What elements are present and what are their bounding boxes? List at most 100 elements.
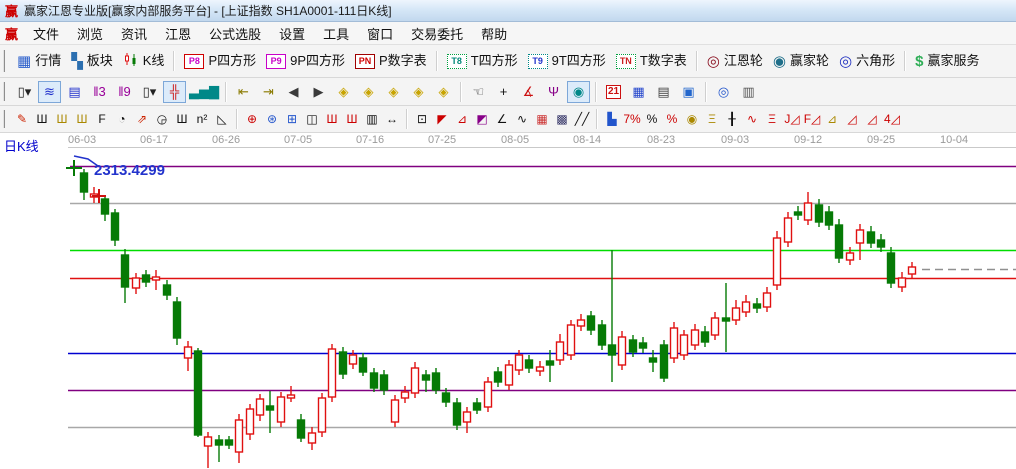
shen-grid-button[interactable]: Ш xyxy=(322,108,342,130)
calendar-21-button[interactable]: 21 xyxy=(602,81,625,103)
brush-up-button[interactable]: ⇗ xyxy=(132,108,152,130)
snapshot-button[interactable]: ▣ xyxy=(677,81,700,103)
percent-line-button[interactable]: % xyxy=(662,108,682,130)
skip-last-button[interactable]: ⇥ xyxy=(257,81,280,103)
menu-item[interactable]: 交易委托 xyxy=(402,22,472,45)
n-square-button[interactable]: n² xyxy=(192,108,212,130)
f-angle-button[interactable]: F◿ xyxy=(802,108,822,130)
target-circle-button[interactable]: ⊕ xyxy=(242,108,262,130)
comb-button[interactable]: Ш xyxy=(32,108,52,130)
toolbar-p-number-button[interactable]: PNP数字表 xyxy=(350,46,432,76)
fan-box-button[interactable]: ⊿ xyxy=(452,108,472,130)
wave-tool-button[interactable]: ≋ xyxy=(38,81,61,103)
menu-item[interactable]: 资讯 xyxy=(112,22,156,45)
percent-button[interactable]: % xyxy=(642,108,662,130)
toolbar-quotes-button[interactable]: ▦行情 xyxy=(12,46,66,76)
bars-9-button[interactable]: ‖9 xyxy=(113,81,136,103)
percent-icon: % xyxy=(647,112,658,126)
title-bar[interactable]: 赢 赢家江恩专业版[赢家内部服务平台] - [上证指数 SH1A0001-111… xyxy=(0,0,1016,22)
step-back-button[interactable]: ◀ xyxy=(282,81,305,103)
toolbar-gann-wheel-button[interactable]: ◎江恩轮 xyxy=(702,46,768,76)
bars-3-button[interactable]: ‖3 xyxy=(88,81,111,103)
diamond-right-button[interactable]: ◈ xyxy=(332,81,355,103)
ruler-123-button[interactable]: ▥ xyxy=(362,108,382,130)
toolbar-p-square-button[interactable]: P8P四方形 xyxy=(179,46,261,76)
toolbar-kline-button[interactable]: K线 xyxy=(118,46,170,76)
toolbar-hexagon-button[interactable]: ◎六角形 xyxy=(834,46,900,76)
j-angle-button[interactable]: J◿ xyxy=(782,108,802,130)
ruler-pen-button[interactable]: ╂ xyxy=(722,108,742,130)
width-measure-button[interactable]: ↔ xyxy=(382,108,402,130)
toolbar-9t-square-button[interactable]: T99T四方形 xyxy=(523,46,611,76)
chart-area[interactable]: 日K线 06-0306-1706-2607-0507-1607-2508-050… xyxy=(0,133,1016,469)
brain-net-tool-button[interactable]: ◉ xyxy=(567,81,590,103)
toolbar-9p-square-button[interactable]: P99P四方形 xyxy=(261,46,350,76)
gann-wheel-tool-button[interactable]: ⊛ xyxy=(262,108,282,130)
compass-button[interactable]: ◶ xyxy=(152,108,172,130)
crosshair-tool-button[interactable]: + xyxy=(492,81,515,103)
ribbon-tool-button[interactable]: Ψ xyxy=(542,81,565,103)
skip-first-button[interactable]: ⇤ xyxy=(232,81,255,103)
angle-lines-button[interactable]: ∠ xyxy=(492,108,512,130)
diamond-compress-button[interactable]: ◈ xyxy=(382,81,405,103)
step-forward-button[interactable]: ▶ xyxy=(307,81,330,103)
gold-red-button[interactable]: Ξ xyxy=(762,108,782,130)
toolbar-t-square-button[interactable]: T8T四方形 xyxy=(442,46,523,76)
grid-dark-button[interactable]: ▩ xyxy=(552,108,572,130)
gold-circle-button[interactable]: ◉ xyxy=(682,108,702,130)
trend-lines-button[interactable]: ╱╱ xyxy=(572,108,592,130)
diamond-plus-button[interactable]: ◈ xyxy=(407,81,430,103)
f-grid-button[interactable]: F xyxy=(92,108,112,130)
menu-item[interactable]: 窗口 xyxy=(358,22,402,45)
info-doc-button[interactable]: ▤ xyxy=(63,81,86,103)
histogram-button[interactable]: ▃▅▇ xyxy=(188,81,220,103)
menu-item[interactable]: 帮助 xyxy=(472,22,516,45)
diamond-grid-button[interactable]: ◈ xyxy=(432,81,455,103)
toolbar-winner-wheel-button[interactable]: ◉赢家轮 xyxy=(768,46,834,76)
brush-button[interactable]: ✎ xyxy=(12,108,32,130)
four-angle-button[interactable]: 4◿ xyxy=(882,108,902,130)
toolbar-t-number-button[interactable]: TNT数字表 xyxy=(611,46,692,76)
shen-angle-button[interactable]: ◿ xyxy=(842,108,862,130)
gold-angle-button[interactable]: ⊿ xyxy=(822,108,842,130)
candle-style-button[interactable]: ▯▾ xyxy=(138,81,161,103)
box-lines-button[interactable]: ⊡ xyxy=(412,108,432,130)
gold-grid-button[interactable]: Ш xyxy=(52,108,72,130)
toolbar-button-label: K线 xyxy=(143,54,165,68)
print-button[interactable]: ▥ xyxy=(737,81,760,103)
memo-button[interactable]: ▤ xyxy=(652,81,675,103)
angle-ruler-button[interactable]: ◺ xyxy=(212,108,232,130)
fan-purple-button[interactable]: ◩ xyxy=(472,108,492,130)
cycle-button[interactable]: ◔ xyxy=(112,108,132,130)
web-button[interactable]: ◎ xyxy=(712,81,735,103)
percent-7-button[interactable]: 7% xyxy=(622,108,642,130)
comb2-button[interactable]: Ш xyxy=(172,108,192,130)
calculator-button[interactable]: ▦ xyxy=(627,81,650,103)
menu-item[interactable]: 文件 xyxy=(24,22,68,45)
red-grid-tool-button[interactable]: ╬ xyxy=(163,81,186,103)
win-angle-button[interactable]: ◿ xyxy=(862,108,882,130)
menu-item[interactable]: 工具 xyxy=(314,22,358,45)
wave-red-button[interactable]: ∿ xyxy=(742,108,762,130)
chart-numbers-button[interactable]: ▙ xyxy=(602,108,622,130)
angle-tool-button[interactable]: ∡ xyxy=(517,81,540,103)
grid-red-button[interactable]: ▦ xyxy=(532,108,552,130)
hand-tool-button[interactable]: ☜ xyxy=(467,81,490,103)
menu-item[interactable]: 设置 xyxy=(270,22,314,45)
win-grid-button[interactable]: Ш xyxy=(342,108,362,130)
percent-7-icon: 7% xyxy=(623,112,640,126)
zigzag-button[interactable]: ∿ xyxy=(512,108,532,130)
gann-fan-button[interactable]: ◤ xyxy=(432,108,452,130)
gold-lines-button[interactable]: Ξ xyxy=(702,108,722,130)
period-selector-button[interactable]: ▯▾ xyxy=(13,81,36,103)
gold-grid2-button[interactable]: Ш xyxy=(72,108,92,130)
drawing-toolbar-items: ✎ШШШF◔⇗◶Шn²◺⊕⊛⊞◫ШШ▥↔⊡◤⊿◩∠∿▦▩╱╱▙7%%%◉Ξ╂∿Ξ… xyxy=(12,108,902,130)
menu-item[interactable]: 江恩 xyxy=(156,22,200,45)
menu-item[interactable]: 浏览 xyxy=(68,22,112,45)
menu-item[interactable]: 公式选股 xyxy=(200,22,270,45)
diamond-hmove-button[interactable]: ◈ xyxy=(357,81,380,103)
grid-target-button[interactable]: ⊞ xyxy=(282,108,302,130)
toolbar-sectors-button[interactable]: ▚板块 xyxy=(66,46,118,76)
kline-mark-button[interactable]: ◫ xyxy=(302,108,322,130)
toolbar-winner-service-button[interactable]: $赢家服务 xyxy=(910,46,984,76)
